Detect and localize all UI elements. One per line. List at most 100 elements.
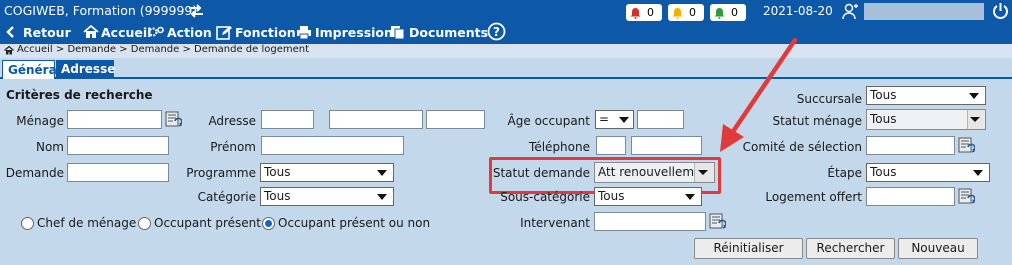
intervenant-input[interactable] bbox=[594, 212, 706, 231]
chevron-down-icon bbox=[619, 117, 629, 123]
comite-lookup-icon[interactable] bbox=[958, 137, 975, 154]
nom-input[interactable] bbox=[67, 136, 169, 155]
alert-yellow[interactable]: 0 bbox=[668, 4, 704, 21]
tab-general[interactable]: Général bbox=[2, 60, 61, 79]
radio-chef-menage-label[interactable]: Chef de ménage bbox=[37, 216, 136, 230]
age-operator-select[interactable]: = bbox=[595, 110, 634, 129]
toolbar-fonction[interactable]: Fonction bbox=[216, 23, 296, 41]
alert-red[interactable]: 0 bbox=[626, 4, 662, 21]
svg-text:?: ? bbox=[493, 25, 500, 39]
label-demande: Demande bbox=[5, 166, 64, 180]
menage-input[interactable] bbox=[67, 110, 162, 129]
label-sous-categorie: Sous-catégorie bbox=[500, 190, 590, 204]
alert-yellow-count: 0 bbox=[689, 6, 696, 19]
power-icon[interactable] bbox=[992, 2, 1009, 20]
adresse-number-input[interactable] bbox=[261, 110, 314, 129]
statut-menage-select[interactable]: Tous bbox=[866, 109, 986, 130]
toolbar-fonction-label: Fonction bbox=[235, 24, 296, 40]
chevron-down-icon bbox=[685, 194, 695, 200]
label-statut-demande: Statut demande bbox=[492, 166, 590, 180]
alert-red-count: 0 bbox=[647, 6, 654, 19]
chevron-down-icon bbox=[969, 93, 979, 99]
search-button[interactable]: Rechercher bbox=[806, 238, 895, 259]
radio-chef-menage[interactable] bbox=[21, 217, 34, 230]
succursale-select[interactable]: Tous bbox=[866, 86, 986, 105]
label-adresse: Adresse bbox=[208, 114, 256, 128]
comite-selection-input[interactable] bbox=[866, 136, 955, 155]
menage-lookup-icon[interactable] bbox=[165, 111, 182, 128]
switch-icon[interactable] bbox=[187, 3, 205, 19]
logement-offert-input[interactable] bbox=[866, 187, 955, 206]
alert-green[interactable]: 0 bbox=[710, 4, 746, 21]
telephone-number-input[interactable] bbox=[631, 136, 702, 155]
section-title: Critères de recherche bbox=[6, 88, 153, 102]
label-etape: Étape bbox=[827, 166, 862, 180]
bell-yellow-icon bbox=[672, 7, 683, 19]
age-value-input[interactable] bbox=[637, 110, 684, 129]
programme-select[interactable]: Tous bbox=[260, 163, 394, 182]
toolbar-documents[interactable]: Documents bbox=[390, 23, 488, 41]
sous-categorie-select[interactable]: Tous bbox=[594, 187, 702, 206]
etape-value: Tous bbox=[870, 165, 897, 179]
etape-select[interactable]: Tous bbox=[866, 163, 990, 182]
toolbar-retour[interactable]: Retour bbox=[4, 23, 71, 41]
logement-lookup-icon[interactable] bbox=[958, 188, 975, 205]
printer-icon bbox=[297, 25, 311, 39]
categorie-select[interactable]: Tous bbox=[260, 187, 394, 206]
reset-button[interactable]: Réinitialiser bbox=[694, 238, 803, 259]
adresse-street-input[interactable] bbox=[329, 110, 423, 129]
demande-input[interactable] bbox=[67, 163, 169, 182]
label-intervenant: Intervenant bbox=[520, 216, 590, 230]
label-categorie: Catégorie bbox=[197, 190, 256, 204]
label-age-occupant: Âge occupant bbox=[507, 114, 590, 128]
toolbar-action-label: Action bbox=[167, 24, 212, 40]
succursale-value: Tous bbox=[870, 88, 897, 102]
label-prenom: Prénom bbox=[210, 140, 256, 154]
adresse-city-input[interactable] bbox=[426, 110, 485, 129]
intervenant-lookup-icon[interactable] bbox=[709, 213, 726, 230]
toolbar-accueil-label: Accueil bbox=[101, 24, 152, 40]
toolbar-accueil[interactable]: Accueil bbox=[83, 23, 151, 41]
breadcrumb-bar: Accueil > Demande > Demande > Demande de… bbox=[0, 44, 1012, 58]
label-telephone: Téléphone bbox=[529, 140, 590, 154]
bell-red-icon bbox=[630, 7, 641, 19]
new-button[interactable]: Nouveau bbox=[898, 238, 978, 259]
chevron-down-icon bbox=[698, 170, 708, 175]
label-menage: Ménage bbox=[16, 114, 64, 128]
radio-occupant-present-ou-non[interactable] bbox=[262, 217, 275, 230]
categorie-value: Tous bbox=[264, 189, 291, 203]
annotation-arrow bbox=[720, 37, 798, 152]
radio-occupant-present[interactable] bbox=[138, 217, 151, 230]
bell-green-icon bbox=[714, 7, 725, 19]
prenom-input[interactable] bbox=[261, 136, 404, 155]
toolbar-impression[interactable]: Impression bbox=[296, 23, 393, 41]
edit-icon bbox=[216, 25, 232, 40]
chevron-down-icon bbox=[377, 170, 387, 176]
sous-categorie-value: Tous bbox=[598, 189, 625, 203]
app-title: COGIWEB, Formation (999999) bbox=[4, 3, 198, 18]
telephone-area-input[interactable] bbox=[596, 136, 626, 155]
toolbar-action[interactable]: Action bbox=[148, 23, 212, 41]
toolbar-retour-label: Retour bbox=[23, 24, 71, 40]
label-programme: Programme bbox=[186, 166, 256, 180]
chevron-down-icon bbox=[377, 194, 387, 200]
radio-occupant-present-label[interactable]: Occupant présent bbox=[154, 216, 261, 230]
tab-adresse[interactable]: Adresse bbox=[56, 60, 115, 79]
help-icon[interactable]: ? bbox=[487, 22, 506, 41]
user-icon[interactable] bbox=[842, 3, 859, 20]
breadcrumb[interactable]: Accueil > Demande > Demande > Demande de… bbox=[17, 44, 309, 55]
current-date: 2021-08-20 bbox=[763, 4, 833, 18]
alert-green-count: 0 bbox=[731, 6, 738, 19]
chevron-down-icon bbox=[970, 117, 980, 122]
statut-demande-select[interactable]: Att renouvelleme bbox=[594, 162, 715, 183]
programme-value: Tous bbox=[264, 165, 291, 179]
label-logement-offert: Logement offert bbox=[765, 190, 862, 204]
radio-occupant-present-ou-non-label[interactable]: Occupant présent ou non bbox=[278, 216, 430, 230]
back-arrow-icon bbox=[6, 26, 14, 38]
home-small-icon[interactable] bbox=[4, 46, 14, 55]
age-operator-value: = bbox=[599, 112, 610, 126]
documents-icon bbox=[391, 25, 405, 39]
toolbar-documents-label: Documents bbox=[409, 24, 489, 40]
gears-icon bbox=[148, 26, 164, 37]
chevron-down-icon bbox=[973, 170, 983, 176]
